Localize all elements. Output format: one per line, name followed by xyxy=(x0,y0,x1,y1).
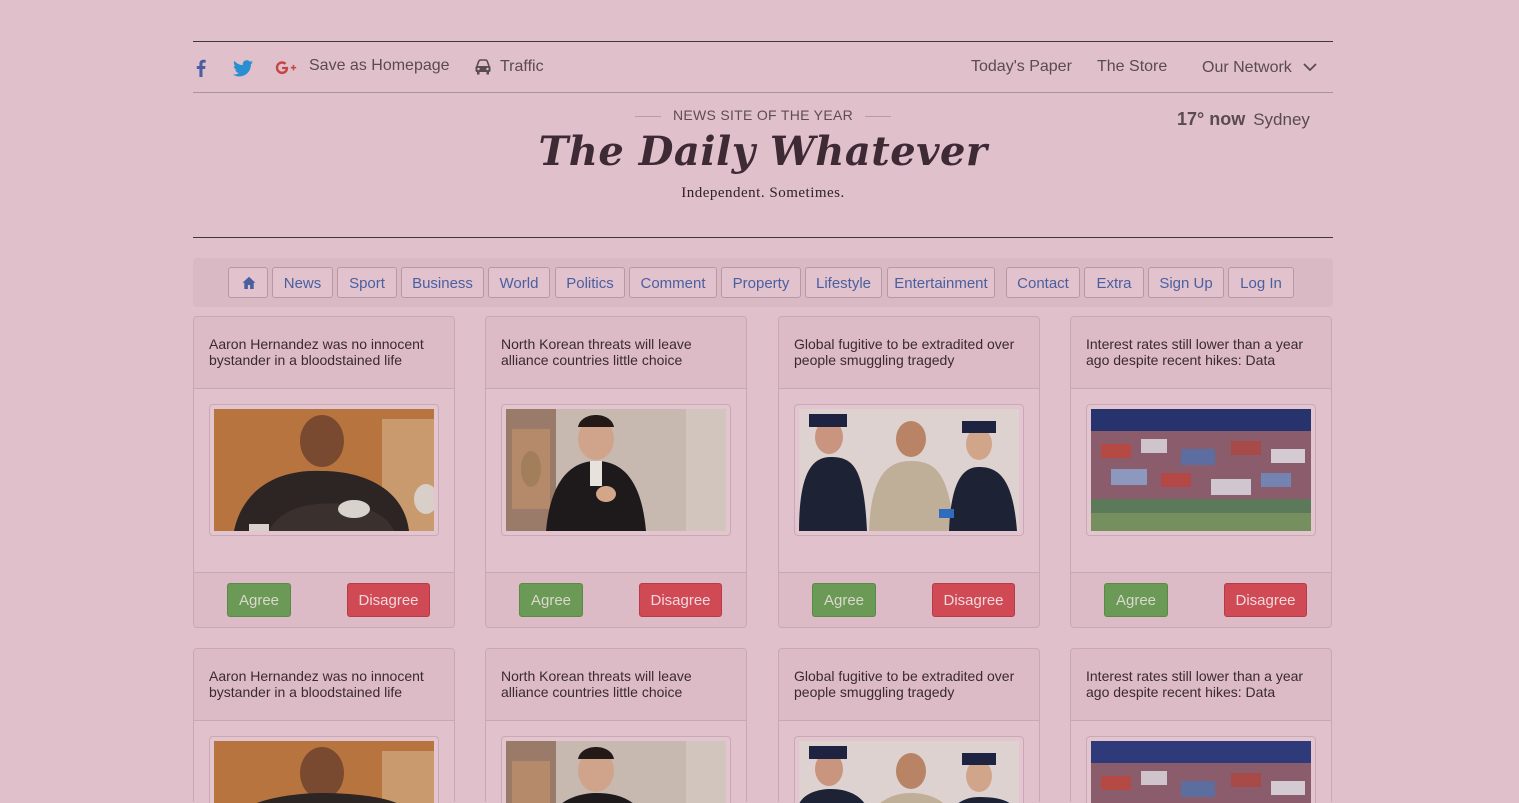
article-card: North Korean threats will leave alliance… xyxy=(485,648,747,803)
nav-home[interactable] xyxy=(228,267,268,298)
article-title[interactable]: Aaron Hernandez was no innocent bystande… xyxy=(209,336,444,368)
article-image[interactable] xyxy=(1086,404,1316,536)
article-photo-korea xyxy=(506,741,726,803)
article-card: Interest rates still lower than a year a… xyxy=(1070,648,1332,803)
site-tagline: Independent. Sometimes. xyxy=(681,185,845,201)
card-footer: Agree Disagree xyxy=(194,572,454,627)
article-title[interactable]: Interest rates still lower than a year a… xyxy=(1086,336,1321,368)
disagree-button[interactable]: Disagree xyxy=(1224,583,1307,617)
main-nav: News Sport Business World Politics Comme… xyxy=(193,258,1333,307)
nav-news[interactable]: News xyxy=(272,267,333,298)
article-photo-hernandez xyxy=(214,741,434,803)
facebook-icon[interactable] xyxy=(196,59,206,77)
article-photo-hernandez xyxy=(214,409,434,531)
article-image[interactable] xyxy=(794,736,1024,803)
article-image[interactable] xyxy=(209,736,439,803)
twitter-icon[interactable] xyxy=(233,60,253,77)
nav-sign-up[interactable]: Sign Up xyxy=(1148,267,1224,298)
google-plus-icon[interactable] xyxy=(275,60,297,76)
the-store-link[interactable]: The Store xyxy=(1097,58,1167,76)
article-card: Aaron Hernandez was no innocent bystande… xyxy=(193,316,455,628)
weather-city: Sydney xyxy=(1253,110,1310,129)
nav-contact[interactable]: Contact xyxy=(1006,267,1080,298)
article-photo-fugitive xyxy=(799,741,1019,803)
article-photo-fugitive xyxy=(799,409,1019,531)
article-title[interactable]: Interest rates still lower than a year a… xyxy=(1086,668,1321,700)
article-title[interactable]: North Korean threats will leave alliance… xyxy=(501,336,736,368)
chevron-down-icon[interactable] xyxy=(1303,62,1317,72)
article-card: Global fugitive to be extradited over pe… xyxy=(778,648,1040,803)
agree-button[interactable]: Agree xyxy=(227,583,291,617)
agree-button[interactable]: Agree xyxy=(1104,583,1168,617)
nav-politics[interactable]: Politics xyxy=(555,267,625,298)
card-footer: Agree Disagree xyxy=(1071,572,1331,627)
save-homepage-link[interactable]: Save as Homepage xyxy=(309,57,450,75)
article-image[interactable] xyxy=(501,736,731,803)
article-title[interactable]: Aaron Hernandez was no innocent bystande… xyxy=(209,668,444,700)
kicker-divider xyxy=(634,115,661,117)
nav-world[interactable]: World xyxy=(488,267,550,298)
article-card: North Korean threats will leave alliance… xyxy=(485,316,747,628)
traffic-link[interactable]: Traffic xyxy=(500,58,544,76)
weather-temp: 17° now xyxy=(1177,109,1246,129)
our-network-dropdown[interactable]: Our Network xyxy=(1202,59,1292,77)
card-header: Aaron Hernandez was no innocent bystande… xyxy=(194,649,454,721)
card-header: Interest rates still lower than a year a… xyxy=(1071,649,1331,721)
article-image[interactable] xyxy=(501,404,731,536)
agree-button[interactable]: Agree xyxy=(519,583,583,617)
article-title[interactable]: North Korean threats will leave alliance… xyxy=(501,668,736,700)
nav-extra[interactable]: Extra xyxy=(1084,267,1144,298)
card-footer: Agree Disagree xyxy=(779,572,1039,627)
nav-lifestyle[interactable]: Lifestyle xyxy=(805,267,882,298)
nav-entertainment[interactable]: Entertainment xyxy=(887,267,995,298)
card-header: Global fugitive to be extradited over pe… xyxy=(779,317,1039,389)
weather-widget[interactable]: 17° now Sydney xyxy=(1177,109,1310,130)
site-title[interactable]: The Daily Whatever xyxy=(193,128,1333,175)
home-icon xyxy=(242,276,256,289)
disagree-button[interactable]: Disagree xyxy=(639,583,722,617)
nav-property[interactable]: Property xyxy=(721,267,801,298)
card-footer: Agree Disagree xyxy=(486,572,746,627)
kicker-text: NEWS SITE OF THE YEAR xyxy=(672,107,854,123)
card-header: Global fugitive to be extradited over pe… xyxy=(779,649,1039,721)
article-title[interactable]: Global fugitive to be extradited over pe… xyxy=(794,336,1029,368)
disagree-button[interactable]: Disagree xyxy=(347,583,430,617)
agree-button[interactable]: Agree xyxy=(812,583,876,617)
nav-comment[interactable]: Comment xyxy=(629,267,717,298)
card-header: Aaron Hernandez was no innocent bystande… xyxy=(194,317,454,389)
card-header: Interest rates still lower than a year a… xyxy=(1071,317,1331,389)
nav-log-in[interactable]: Log In xyxy=(1228,267,1294,298)
article-photo-korea xyxy=(506,409,726,531)
masthead-divider xyxy=(193,237,1333,238)
article-image[interactable] xyxy=(794,404,1024,536)
todays-paper-link[interactable]: Today's Paper xyxy=(971,58,1072,76)
nav-sport[interactable]: Sport xyxy=(337,267,397,298)
kicker-divider xyxy=(865,115,892,117)
disagree-button[interactable]: Disagree xyxy=(932,583,1015,617)
article-photo-housing xyxy=(1091,741,1311,803)
masthead-kicker: NEWS SITE OF THE YEAR xyxy=(193,107,1333,123)
nav-business[interactable]: Business xyxy=(401,267,484,298)
article-image[interactable] xyxy=(209,404,439,536)
card-header: North Korean threats will leave alliance… xyxy=(486,649,746,721)
top-utility-bar: Save as Homepage Traffic Today's Paper T… xyxy=(193,41,1333,93)
card-header: North Korean threats will leave alliance… xyxy=(486,317,746,389)
article-image[interactable] xyxy=(1086,736,1316,803)
article-title[interactable]: Global fugitive to be extradited over pe… xyxy=(794,668,1029,700)
article-card: Global fugitive to be extradited over pe… xyxy=(778,316,1040,628)
car-icon xyxy=(475,59,491,75)
article-photo-housing xyxy=(1091,409,1311,531)
article-card: Aaron Hernandez was no innocent bystande… xyxy=(193,648,455,803)
article-card: Interest rates still lower than a year a… xyxy=(1070,316,1332,628)
